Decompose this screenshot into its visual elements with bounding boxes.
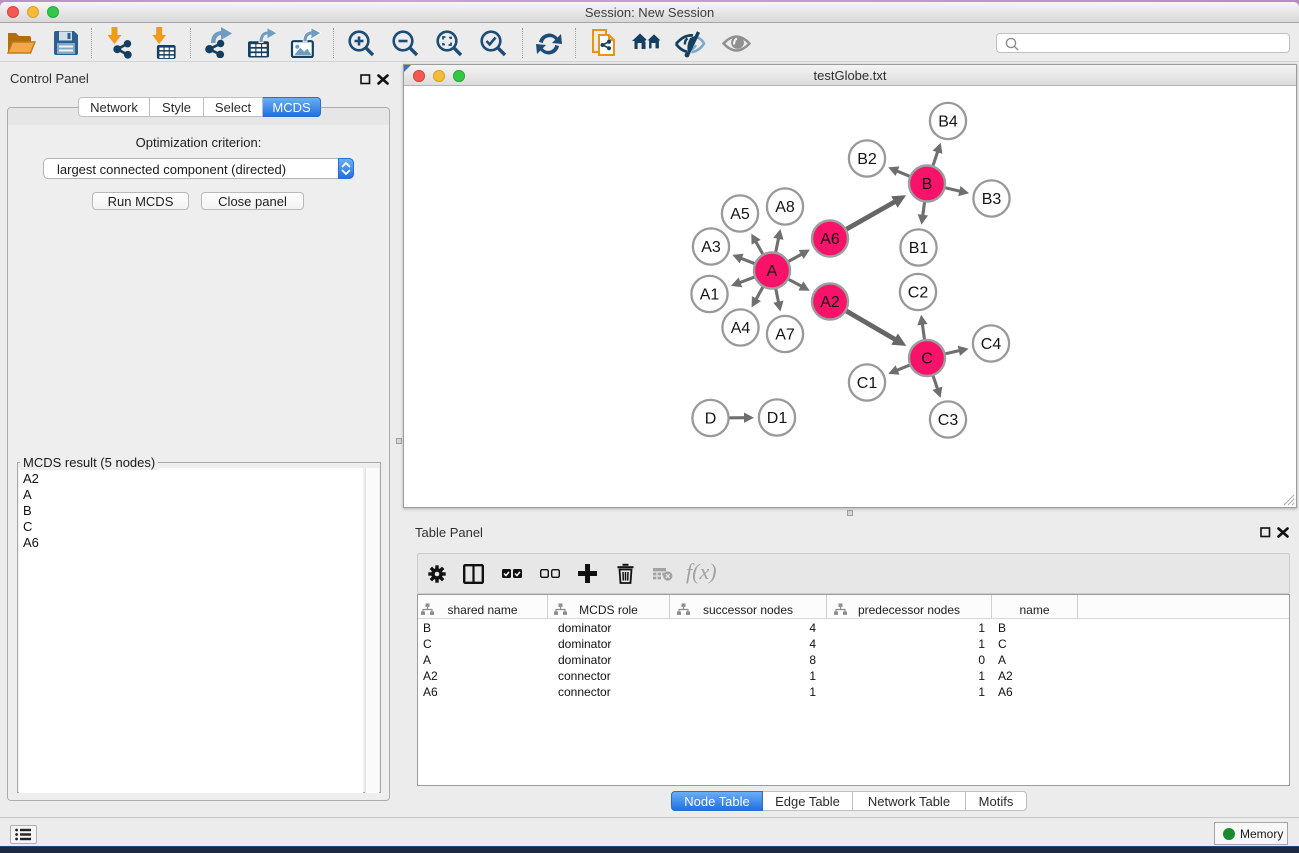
svg-text:B1: B1 (909, 240, 929, 257)
svg-text:C2: C2 (908, 285, 929, 302)
svg-text:A2: A2 (820, 294, 840, 311)
svg-text:C1: C1 (857, 375, 878, 392)
svg-text:B3: B3 (982, 191, 1002, 208)
svg-text:A6: A6 (820, 231, 840, 248)
svg-text:A: A (767, 263, 778, 280)
svg-text:A4: A4 (731, 320, 751, 337)
svg-text:A7: A7 (775, 327, 795, 344)
svg-text:B2: B2 (857, 151, 877, 168)
svg-text:C: C (921, 351, 933, 368)
svg-text:A1: A1 (700, 287, 720, 304)
svg-text:A3: A3 (701, 239, 721, 256)
svg-text:C4: C4 (981, 336, 1002, 353)
svg-text:C3: C3 (938, 412, 959, 429)
svg-text:D1: D1 (767, 410, 788, 427)
svg-text:B: B (922, 176, 933, 193)
svg-text:D: D (705, 411, 717, 428)
svg-text:A5: A5 (730, 206, 750, 223)
svg-text:B4: B4 (938, 114, 958, 131)
svg-text:A8: A8 (775, 199, 795, 216)
